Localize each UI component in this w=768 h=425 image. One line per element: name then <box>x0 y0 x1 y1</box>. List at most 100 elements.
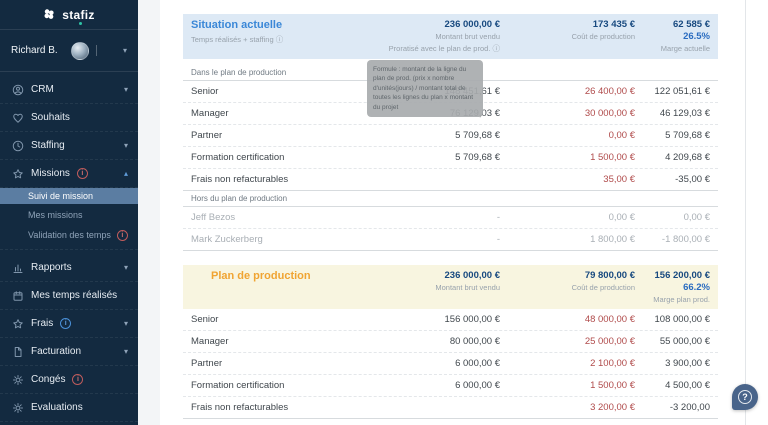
sidebar-item-frais[interactable]: Frais i ▾ <box>0 310 138 338</box>
row-cost: 3 200,00 € <box>590 402 635 413</box>
sun-icon <box>12 402 24 414</box>
chevron-down-icon: ▾ <box>122 46 127 55</box>
row-margin: -35,00 € <box>675 174 710 185</box>
sidebar-item-label: Rapports <box>31 262 72 273</box>
margin-label: Marge plan prod. <box>653 295 710 304</box>
row-cost: 25 000,00 € <box>584 336 635 347</box>
situation-subtitle: Temps réalisés + staffing ⓘ <box>191 35 284 44</box>
row-sold: 80 000,00 € <box>449 336 500 347</box>
info-icon[interactable]: ⓘ <box>493 44 501 53</box>
sun-icon <box>12 374 24 386</box>
bar-chart-icon <box>12 262 24 274</box>
info-icon: i <box>60 318 72 329</box>
row-label: Mark Zuckerberg <box>191 234 263 245</box>
row-label: Partner <box>191 358 223 369</box>
chevron-down-icon: ▾ <box>123 263 128 272</box>
cost-label: Coût de production <box>571 283 635 292</box>
chevron-down-icon: ▾ <box>123 319 128 328</box>
stafiz-logo-icon <box>43 8 57 22</box>
chevron-down-icon: ▾ <box>123 141 128 150</box>
sold-value: 236 000,00 € <box>444 270 500 281</box>
row-label: Partner <box>191 130 223 141</box>
sidebar-item-crm[interactable]: CRM ▾ <box>0 76 138 104</box>
sold-sublabel: Proratisé avec le plan de prod. ⓘ <box>388 44 501 53</box>
sidebar-item-mes-temps-realises[interactable]: Mes temps réalisés <box>0 282 138 310</box>
info-icon[interactable]: ⓘ <box>276 35 284 44</box>
row-label: Frais non refacturables <box>191 402 289 413</box>
logo-teal-dot <box>79 21 83 25</box>
main-content: Situation actuelle Temps réalisés + staf… <box>138 0 768 425</box>
margin-pct: 66.2% <box>683 282 710 293</box>
sidebar-item-label: Congés <box>31 374 66 385</box>
sidebar-item-mes-missions[interactable]: Mes missions <box>0 204 138 226</box>
row-cost: 0,00 € <box>608 130 635 141</box>
row-label: Manager <box>191 108 229 119</box>
user-menu[interactable]: Richard B. ▾ <box>0 30 138 72</box>
sidebar-item-conges[interactable]: Congés i <box>0 366 138 394</box>
sidebar-item-label: Mes temps réalisés <box>31 290 118 301</box>
sidebar-item-souhaits[interactable]: Souhaits <box>0 104 138 132</box>
row-sold: - <box>496 234 500 245</box>
sidebar-item-label: Suivi de mission <box>28 191 94 201</box>
sidebar-item-label: CRM <box>31 84 54 95</box>
sold-label: Montant brut vendu <box>435 283 500 292</box>
document-icon <box>12 346 24 358</box>
row-label: Frais non refacturables <box>191 174 289 185</box>
table-row: Partner 6 000,00 € 2 100,00 € 3 900,00 € <box>183 353 718 375</box>
page: stafiz Richard B. ▾ CRM ▾ Souhaits Staff… <box>0 0 768 425</box>
table-row: Mark Zuckerberg - 1 800,00 € -1 800,00 € <box>183 229 718 251</box>
row-margin: -3 200,00 <box>669 402 710 413</box>
row-margin: 4 209,68 € <box>665 152 710 163</box>
sidebar-item-label: Staffing <box>31 140 65 151</box>
row-label: Jeff Bezos <box>191 212 236 223</box>
row-margin: 55 000,00 € <box>659 336 710 347</box>
sold-value: 236 000,00 € <box>444 19 500 30</box>
table-row: Senior 156 000,00 € 48 000,00 € 108 000,… <box>183 309 718 331</box>
row-cost: 1 500,00 € <box>590 152 635 163</box>
row-cost: 35,00 € <box>603 174 635 185</box>
row-margin: 122 051,61 € <box>654 86 710 97</box>
margin-value: 62 585 € <box>673 19 710 30</box>
sidebar-item-validation-des-temps[interactable]: Validation des temps i <box>0 226 138 244</box>
clock-icon <box>12 140 24 152</box>
row-sold: 6 000,00 € <box>455 358 500 369</box>
row-margin: 3 900,00 € <box>665 358 710 369</box>
star-icon <box>12 168 24 180</box>
sidebar-item-label: Mes missions <box>28 210 83 220</box>
sidebar-item-facturation[interactable]: Facturation ▾ <box>0 338 138 366</box>
sidebar-item-evaluations[interactable]: Evaluations <box>0 394 138 422</box>
row-sold: 6 000,00 € <box>455 380 500 391</box>
vertical-divider <box>745 0 746 425</box>
row-cost: 1 800,00 € <box>590 234 635 245</box>
sidebar-item-missions[interactable]: Missions i ▴ <box>0 160 138 188</box>
calendar-icon <box>12 290 24 302</box>
formula-tooltip: Formule : montant de la ligne du plan de… <box>367 60 483 118</box>
help-button[interactable]: ? <box>732 384 758 410</box>
row-cost: 48 000,00 € <box>584 314 635 325</box>
table-row: Frais non refacturables 3 200,00 € -3 20… <box>183 397 718 419</box>
table-row: Partner 5 709,68 € 0,00 € 5 709,68 € <box>183 125 718 147</box>
sold-label: Montant brut vendu <box>435 32 500 41</box>
logo: stafiz <box>0 0 138 30</box>
sidebar: stafiz Richard B. ▾ CRM ▾ Souhaits Staff… <box>0 0 138 425</box>
row-label: Formation certification <box>191 152 285 163</box>
row-label: Senior <box>191 86 219 97</box>
sidebar-item-staffing[interactable]: Staffing ▾ <box>0 132 138 160</box>
row-label: Senior <box>191 314 219 325</box>
row-margin: 4 500,00 € <box>665 380 710 391</box>
row-cost: 1 500,00 € <box>590 380 635 391</box>
alert-info-icon: i <box>76 168 88 179</box>
sidebar-item-label: Validation des temps <box>28 230 111 240</box>
table-row: Frais non refacturables 35,00 € -35,00 € <box>183 169 718 191</box>
chevron-down-icon: ▾ <box>123 347 128 356</box>
sidebar-item-suivi-de-mission[interactable]: Suivi de mission <box>0 188 138 204</box>
margin-label: Marge actuelle <box>660 44 710 53</box>
logo-text: stafiz <box>62 8 94 25</box>
row-label: Formation certification <box>191 380 285 391</box>
row-sold: - <box>496 212 500 223</box>
plan-title: Plan de production <box>211 270 311 282</box>
alert-info-icon: i <box>116 229 128 241</box>
row-margin: 5 709,68 € <box>665 130 710 141</box>
cost-label: Coût de production <box>571 32 635 41</box>
sidebar-item-rapports[interactable]: Rapports ▾ <box>0 254 138 282</box>
